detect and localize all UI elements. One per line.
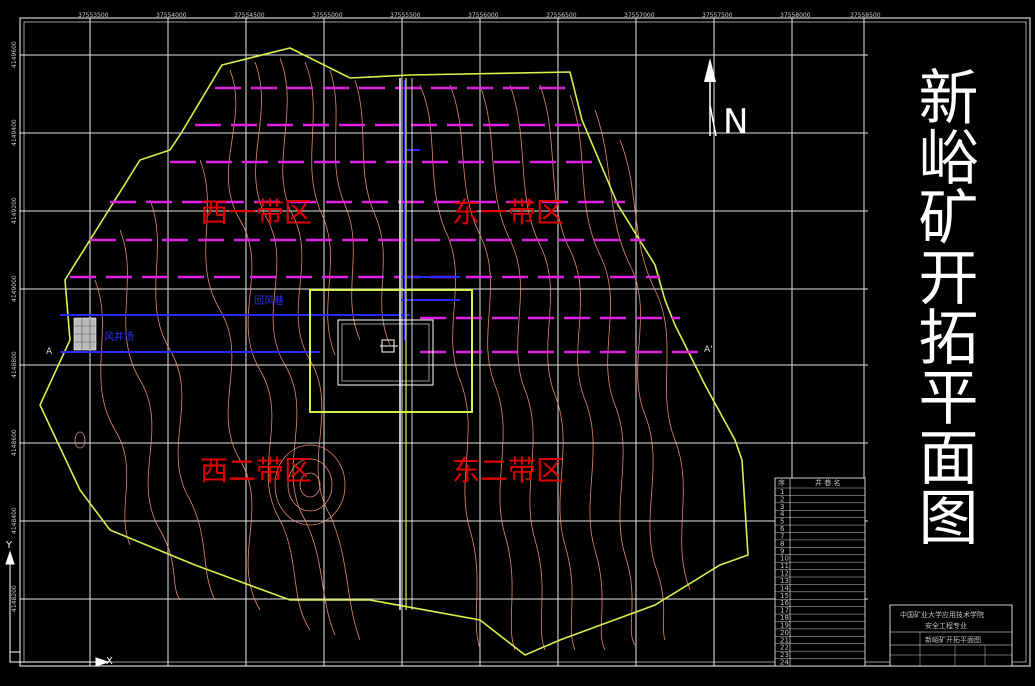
grid-x-label: 37556000 — [468, 12, 499, 19]
grid-x-label: 37558500 — [850, 12, 881, 19]
title-block-drawing-name: 新峪矿开拓平面图 — [925, 635, 981, 644]
grid-y-label: 4149400 — [11, 119, 18, 146]
grid-x-label: 37555000 — [312, 12, 343, 19]
grid-y-label: 4148400 — [11, 507, 18, 534]
grid-y-labels: 4149600 4149400 4149200 4149000 4148800 … — [11, 41, 18, 612]
mine-plan-drawing: 37553500 37554000 37554500 37555000 3755… — [5, 12, 1031, 667]
grid-y-label: 4148200 — [11, 585, 18, 612]
industrial-square — [309, 289, 473, 413]
legend-row-number: 24 — [780, 659, 789, 667]
legend-table: 序 井 巷 名 12345678910111213141516171819202… — [774, 477, 866, 667]
ucs-icon — [5, 550, 110, 667]
grid-y-label: 4149000 — [11, 275, 18, 302]
grid-x-label: 37554000 — [156, 12, 187, 19]
grid-y-label: 4148600 — [11, 429, 18, 456]
inner-frame — [23, 21, 1027, 663]
section-label-right: A' — [704, 345, 713, 355]
title-block-org: 中国矿业大学应用技术学院 — [900, 610, 984, 619]
grid-x-label: 37553500 — [78, 12, 109, 19]
legend-header-no: 序 — [778, 478, 785, 487]
grid-y-label: 4148800 — [11, 351, 18, 378]
legend-header-name: 井 巷 名 — [815, 478, 840, 487]
contour-lines — [74, 57, 691, 651]
grid-x-label: 37558000 — [780, 12, 811, 19]
drawing-title: 新峪矿开拓平面图 — [908, 66, 978, 546]
drawing-title-text: 新峪矿开拓平面图 — [908, 66, 978, 546]
grid-x-label: 37555500 — [390, 12, 421, 19]
grid-x-label: 37554500 — [234, 12, 265, 19]
ucs-y-label: Y — [5, 540, 13, 551]
grid-x-label: 37557500 — [702, 12, 733, 19]
zone-label-east1: 东一带区 — [452, 196, 564, 229]
grid-x-label: 37557000 — [624, 12, 655, 19]
air-shaft-label: 风井场 — [104, 330, 134, 343]
title-block: 中国矿业大学应用技术学院 安全工程专业 新峪矿开拓平面图 — [889, 604, 1013, 667]
title-block-major: 安全工程专业 — [925, 621, 967, 630]
section-label-left: A — [46, 347, 53, 357]
ucs-x-label: X — [106, 656, 113, 667]
roadway-label: 回风巷 — [254, 295, 284, 307]
outer-frame — [19, 17, 1031, 667]
zone-label-east2: 东二带区 — [452, 454, 564, 487]
zone-label-west2: 西二带区 — [200, 454, 312, 487]
grid-y-label: 4149600 — [11, 41, 18, 68]
north-label: N — [723, 102, 748, 142]
grid-y-label: 4149200 — [11, 197, 18, 224]
working-face-dashes — [70, 86, 700, 354]
zone-label-west1: 西一带区 — [200, 196, 312, 229]
grid-x-label: 37556500 — [546, 12, 577, 19]
